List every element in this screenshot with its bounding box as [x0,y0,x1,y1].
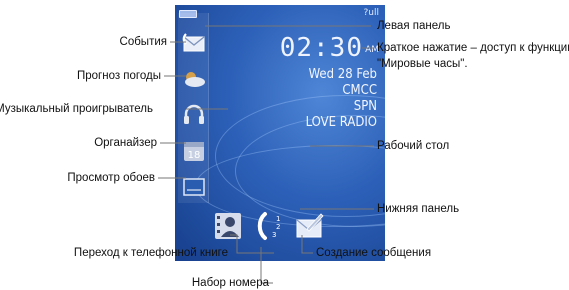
label-phonebook: Переход к телефонной книге [73,247,228,259]
callout-line-phonebook [230,234,274,254]
callout-line-new-message [301,235,313,254]
label-new-message: Создание сообщения [316,247,432,259]
label-desktop: Рабочий стол [377,140,450,152]
label-bottom-panel: Нижняя панель [377,203,460,215]
label-events: События [119,36,167,48]
label-short-press-1: Краткое нажатие – доступ к функции [377,42,569,54]
label-music-player: Музыкальный проигрыватель [0,103,153,115]
label-organizer: Органайзер [94,137,157,149]
label-left-panel: Левая панель [377,20,451,32]
label-weather: Прогноз погоды [76,70,161,82]
label-short-press-2: "Мировые часы". [377,58,468,70]
label-wallpaper: Просмотр обоев [67,172,155,184]
